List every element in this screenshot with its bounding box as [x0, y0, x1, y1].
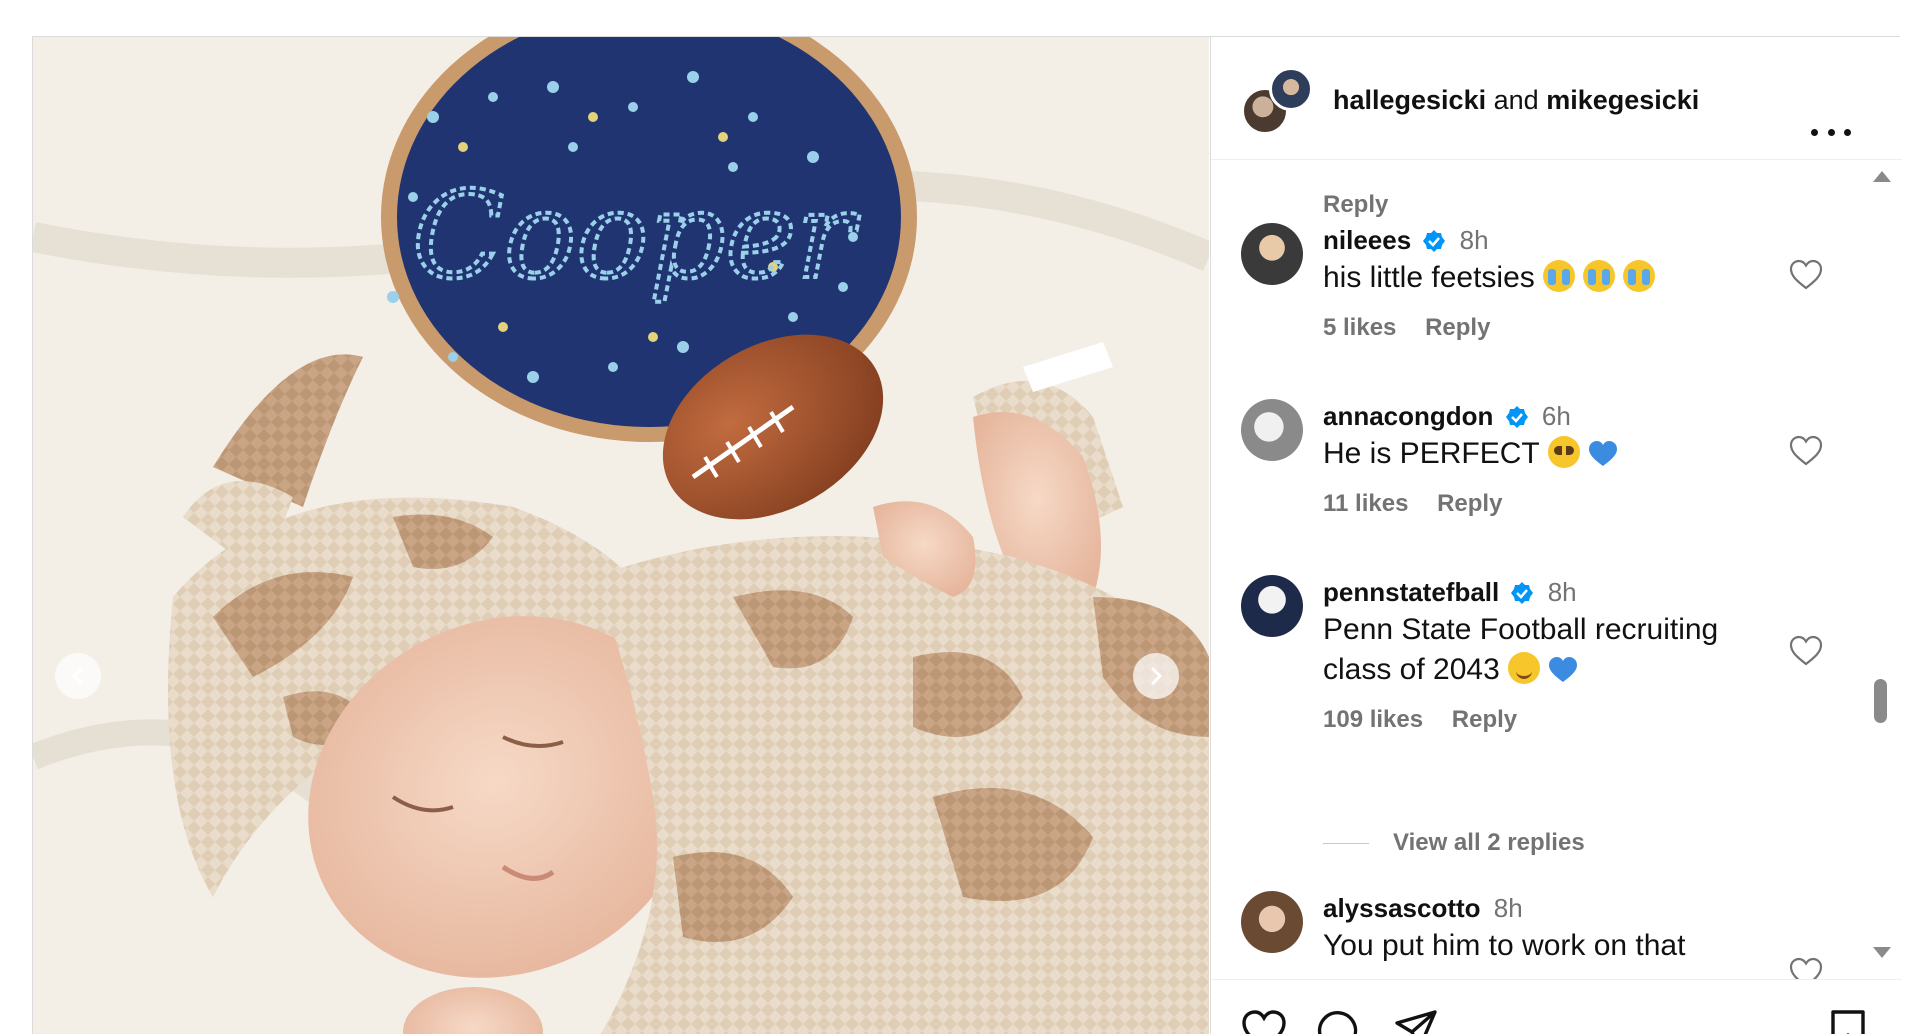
post-actions — [1211, 979, 1902, 1034]
owner-link-1[interactable]: hallegesicki — [1333, 85, 1486, 115]
avatar[interactable] — [1241, 575, 1303, 637]
scroll-thumb[interactable] — [1874, 679, 1887, 723]
scroll-down-arrow-icon[interactable] — [1873, 947, 1891, 958]
comment-time: 6h — [1541, 401, 1571, 431]
comment-username[interactable]: annacongdon — [1323, 401, 1493, 431]
post-dialog: Cooper hallegesicki and mikegesicki Repl… — [32, 36, 1902, 1034]
comment-time: 8h — [1547, 577, 1577, 607]
heart-icon[interactable] — [1789, 635, 1823, 667]
replies-divider — [1323, 842, 1369, 844]
view-replies-label: View all 2 replies — [1393, 829, 1585, 856]
collab-avatars[interactable] — [1241, 67, 1313, 139]
view-replies-button[interactable]: View all 2 replies — [1323, 829, 1585, 857]
previous-image-button[interactable] — [55, 653, 101, 699]
pleading-face-icon — [1547, 436, 1580, 468]
comment-text-line2-wrap: class of 2043 — [1323, 650, 1763, 690]
post-owners: hallegesicki and mikegesicki — [1333, 85, 1699, 116]
comment-time: 8h — [1459, 225, 1489, 255]
owners-joiner: and — [1493, 85, 1539, 115]
comments-scrollbar[interactable] — [1871, 171, 1891, 961]
verified-badge-icon — [1423, 230, 1446, 252]
comment-likes[interactable]: 109 likes — [1323, 706, 1423, 733]
crying-face-icon — [1582, 260, 1615, 292]
avatar[interactable] — [1241, 891, 1303, 953]
reply-link[interactable]: Reply — [1452, 706, 1517, 733]
post-photo: Cooper — [33, 37, 1209, 1034]
paper-plane-icon[interactable] — [1393, 1008, 1439, 1034]
crying-face-icon — [1622, 260, 1655, 292]
crying-face-icon — [1542, 260, 1575, 292]
chevron-right-icon — [1151, 667, 1163, 685]
comment-text: Penn State Football recruiting class of … — [1323, 610, 1763, 690]
post-side-panel: hallegesicki and mikegesicki Reply nilee… — [1210, 37, 1902, 1034]
comments-list[interactable]: Reply nileees 8h his little feetsies 5 l… — [1211, 161, 1902, 979]
more-options-icon-dot — [1844, 128, 1851, 136]
comment-likes[interactable]: 5 likes — [1323, 314, 1396, 341]
avatar[interactable] — [1241, 223, 1303, 285]
reply-link[interactable]: Reply — [1437, 490, 1502, 517]
comment-meta: 11 likes Reply — [1323, 490, 1763, 518]
comment-icon[interactable] — [1317, 1008, 1363, 1034]
avatar[interactable] — [1241, 399, 1303, 461]
comment-username[interactable]: pennstatefball — [1323, 577, 1499, 607]
comment-likes[interactable]: 11 likes — [1323, 490, 1408, 517]
avatar-mikegesicki[interactable] — [1269, 67, 1313, 111]
comment-text-content: He is PERFECT — [1323, 437, 1540, 470]
comment-meta: 5 likes Reply — [1323, 314, 1763, 342]
comment-text-line2: class of 2043 — [1323, 653, 1500, 686]
comment-text: He is PERFECT — [1323, 434, 1763, 474]
heart-icon[interactable] — [1241, 1008, 1287, 1034]
comment-text-content: his little feetsies — [1323, 261, 1535, 294]
blue-heart-icon — [1548, 657, 1577, 682]
heart-icon[interactable] — [1789, 957, 1823, 979]
owner-link-2[interactable]: mikegesicki — [1546, 85, 1699, 115]
reply-link[interactable]: Reply — [1425, 314, 1490, 341]
verified-badge-icon — [1511, 582, 1534, 604]
comment-username[interactable]: nileees — [1323, 225, 1411, 255]
bookmark-icon[interactable] — [1825, 1008, 1871, 1034]
heart-icon[interactable] — [1789, 259, 1823, 291]
more-options-icon — [1811, 128, 1818, 136]
post-media[interactable]: Cooper — [33, 37, 1209, 1034]
next-image-button[interactable] — [1133, 653, 1179, 699]
comment-meta: 109 likes Reply — [1323, 706, 1763, 734]
comment-time: 8h — [1493, 893, 1523, 923]
post-header: hallegesicki and mikegesicki — [1211, 37, 1902, 160]
scroll-up-arrow-icon[interactable] — [1873, 171, 1891, 182]
more-options-button[interactable] — [1811, 122, 1851, 142]
smiling-face-icon — [1507, 652, 1540, 684]
comment-text: his little feetsies — [1323, 258, 1763, 298]
verified-badge-icon — [1505, 406, 1528, 428]
comment-text-line1: Penn State Football recruiting — [1323, 613, 1719, 646]
reply-link[interactable]: Reply — [1323, 191, 1388, 219]
comment-text: You put him to work on that — [1323, 929, 1686, 962]
hoop-text: Cooper — [412, 167, 860, 306]
heart-icon[interactable] — [1789, 435, 1823, 467]
more-options-icon-dot — [1827, 128, 1835, 136]
chevron-left-icon — [71, 667, 83, 685]
comment-username[interactable]: alyssascotto — [1323, 893, 1481, 923]
blue-heart-icon — [1588, 441, 1617, 466]
